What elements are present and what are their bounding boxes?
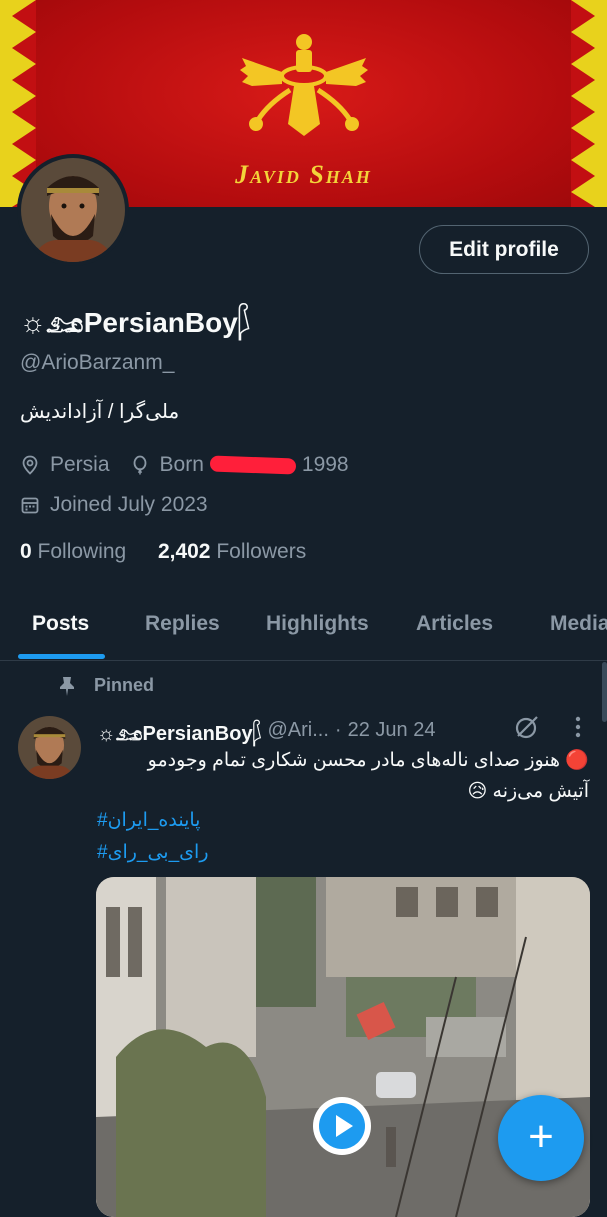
profile-avatar[interactable] (17, 154, 129, 266)
profile-meta-row: Persia Born 1998 (20, 453, 349, 477)
follow-stats: 0 Following 2,402 Followers (20, 540, 306, 564)
calendar-icon (21, 497, 39, 514)
hashtag-link[interactable]: #پاینده_ایران (97, 809, 200, 832)
balloon-icon (133, 455, 146, 475)
profile-bio: ملی‌گرا / آزاداندیش (20, 401, 180, 423)
display-name: ☼𓃭PersianBoy𓆄 (20, 307, 251, 338)
pinned-label: Pinned (94, 675, 155, 695)
post-text-line: 🔴 هنوز صدای ناله‌های مادر محسن شکاری تما… (147, 750, 589, 771)
play-icon (319, 1103, 365, 1149)
post-text: 🔴 هنوز صدای ناله‌های مادر محسن شکاری تما… (97, 745, 589, 807)
followers-link[interactable]: 2,402 Followers (158, 540, 306, 563)
post-separator: · (334, 719, 342, 741)
tab-media[interactable]: Media (550, 612, 607, 636)
pin-icon (60, 676, 74, 696)
following-link[interactable]: 0 Following (20, 540, 126, 563)
profile-born-label: Born (159, 453, 204, 476)
tab-replies[interactable]: Replies (145, 612, 220, 636)
play-button[interactable] (313, 1097, 371, 1155)
grok-icon[interactable] (514, 714, 540, 740)
location-icon (22, 455, 38, 475)
scrollbar[interactable] (602, 662, 607, 722)
tab-posts[interactable]: Posts (32, 612, 89, 636)
profile-location: Persia (50, 453, 110, 476)
more-options-icon[interactable] (568, 716, 588, 738)
pinned-indicator: Pinned (58, 675, 154, 696)
faravahar-emblem (240, 34, 368, 136)
profile-handle: @ArioBarzanm_ (20, 351, 175, 374)
post-author-name[interactable]: ☼𓃭PersianBoy𓆄 (97, 714, 262, 747)
tab-articles[interactable]: Articles (416, 612, 493, 636)
compose-post-button[interactable]: + (498, 1095, 584, 1181)
post-header: ☼𓃭PersianBoy𓆄 @Ari... · 22 Jun 24 (97, 714, 435, 747)
profile-born-year: 1998 (301, 453, 349, 476)
edit-profile-button[interactable]: Edit profile (419, 225, 589, 274)
profile-tabs: Posts Replies Highlights Articles Media (0, 598, 607, 661)
post-text-line: آتیش می‌زنه 😥 (467, 781, 589, 802)
profile-joined-row: Joined July 2023 (20, 493, 208, 517)
profile-joined: Joined July 2023 (50, 493, 208, 516)
active-tab-indicator (18, 654, 105, 659)
post-author-handle[interactable]: @Ari... (268, 719, 329, 742)
post-author-avatar[interactable] (18, 716, 81, 779)
hashtag-link[interactable]: #رای_بی_رای (97, 841, 209, 864)
post-date[interactable]: 22 Jun 24 (348, 719, 436, 742)
tab-highlights[interactable]: Highlights (266, 612, 369, 636)
redaction-scribble (209, 455, 297, 475)
